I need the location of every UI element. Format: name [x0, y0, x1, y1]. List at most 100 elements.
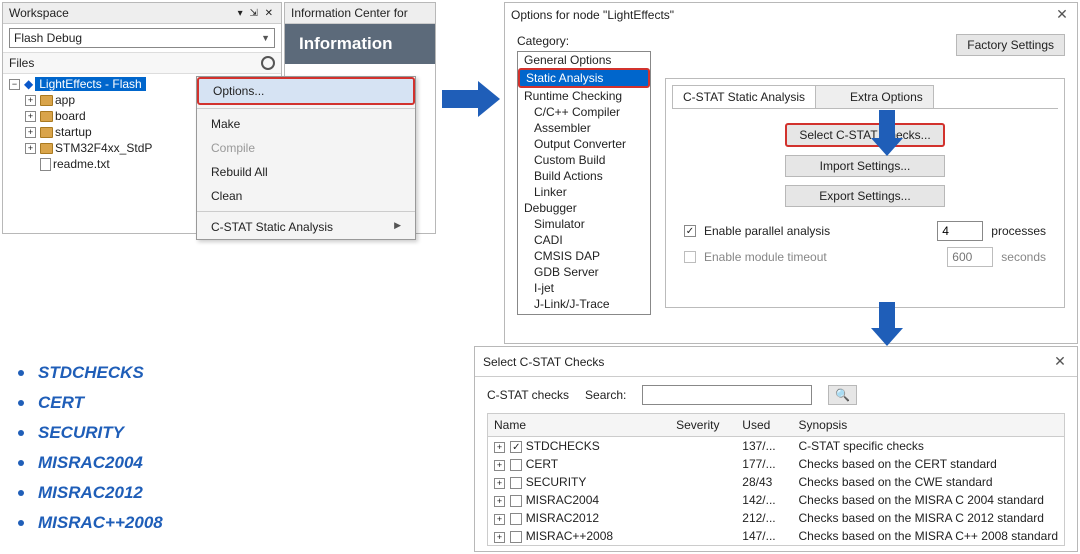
expand-icon[interactable]: + [494, 496, 505, 507]
category-item[interactable]: CMSIS DAP [518, 248, 650, 264]
table-row[interactable]: + ✓ STDCHECKS137/...C-STAT specific chec… [488, 437, 1064, 456]
bullet-item: STDCHECKS [18, 358, 163, 388]
menu-clean[interactable]: Clean [197, 184, 415, 208]
category-item[interactable]: TI Stellaris [518, 312, 650, 315]
expand-icon[interactable]: + [25, 95, 36, 106]
bullet-item: CERT [18, 388, 163, 418]
expand-icon[interactable]: + [494, 442, 505, 453]
row-checkbox[interactable] [510, 531, 522, 543]
category-item[interactable]: J-Link/J-Trace [518, 296, 650, 312]
row-checkbox[interactable] [510, 459, 522, 471]
expand-icon[interactable]: + [25, 143, 36, 154]
row-synopsis: C-STAT specific checks [793, 437, 1065, 456]
tab-extra[interactable]: Extra Options [815, 85, 934, 108]
category-item[interactable]: GDB Server [518, 264, 650, 280]
timeout-checkbox[interactable] [684, 251, 696, 263]
timeout-input[interactable] [947, 247, 993, 267]
row-name: MISRAC2004 [526, 493, 599, 507]
category-item[interactable]: Linker [518, 184, 650, 200]
tree-folder-label: board [55, 109, 86, 123]
row-checkbox[interactable] [510, 477, 522, 489]
import-settings-button[interactable]: Import Settings... [785, 155, 945, 177]
bullet-item: SECURITY [18, 418, 163, 448]
category-list[interactable]: General OptionsStatic AnalysisRuntime Ch… [517, 51, 651, 315]
menu-cstat[interactable]: C-STAT Static Analysis ▶ [197, 215, 415, 239]
col-synopsis[interactable]: Synopsis [793, 414, 1065, 437]
table-row[interactable]: + SECURITY28/43Checks based on the CWE s… [488, 473, 1064, 491]
close-icon[interactable]: ✕ [1051, 353, 1069, 370]
parallel-checkbox[interactable]: ✓ [684, 225, 696, 237]
category-item[interactable]: Output Converter [518, 136, 650, 152]
expand-icon[interactable]: + [494, 514, 505, 525]
category-item[interactable]: General Options [518, 52, 650, 68]
info-center-header: Information [285, 24, 435, 64]
category-item[interactable]: Runtime Checking [518, 88, 650, 104]
menu-compile: Compile [197, 136, 415, 160]
row-synopsis: Checks based on the CERT standard [793, 455, 1065, 473]
row-checkbox[interactable]: ✓ [510, 441, 522, 453]
factory-settings-button[interactable]: Factory Settings [956, 34, 1065, 56]
col-severity[interactable]: Severity [670, 414, 736, 437]
options-dialog: Options for node "LightEffects" ✕ Catego… [504, 2, 1078, 344]
menu-make[interactable]: Make [197, 112, 415, 136]
category-item[interactable]: Simulator [518, 216, 650, 232]
bullet-item: MISRAC2012 [18, 478, 163, 508]
parallel-label: Enable parallel analysis [704, 224, 929, 238]
parallel-unit: processes [991, 224, 1046, 238]
search-label: Search: [585, 388, 626, 402]
table-row[interactable]: + MISRAC2012212/...Checks based on the M… [488, 509, 1064, 527]
menu-options[interactable]: Options... [197, 77, 415, 105]
row-checkbox[interactable] [510, 513, 522, 525]
category-item[interactable]: Debugger [518, 200, 650, 216]
row-name: MISRAC2012 [526, 511, 599, 525]
bullet-dot-icon [18, 460, 24, 466]
expand-icon[interactable]: + [494, 460, 505, 471]
flow-arrow-down-2 [879, 302, 895, 328]
expand-icon[interactable]: + [494, 478, 505, 489]
bullet-text: STDCHECKS [38, 363, 144, 383]
row-synopsis: Checks based on the MISRA C 2012 standar… [793, 509, 1065, 527]
row-used: 142/... [736, 491, 792, 509]
workspace-title-controls[interactable]: ▾ ⇲ ✕ [238, 8, 275, 19]
gear-icon[interactable] [261, 56, 275, 70]
category-item[interactable]: C/C++ Compiler [518, 104, 650, 120]
tab-cstat[interactable]: C-STAT Static Analysis [672, 85, 816, 108]
tree-root-label: LightEffects - Flash [35, 77, 146, 91]
search-button[interactable]: 🔍 [828, 385, 857, 405]
category-item[interactable]: Custom Build [518, 152, 650, 168]
folder-icon [40, 111, 53, 122]
category-item[interactable]: I-jet [518, 280, 650, 296]
table-row[interactable]: + MISRAC++2008147/...Checks based on the… [488, 527, 1064, 545]
category-label: Category: [517, 34, 651, 48]
col-name[interactable]: Name [488, 414, 670, 437]
config-dropdown[interactable]: Flash Debug ▼ [9, 28, 275, 48]
row-checkbox[interactable] [510, 495, 522, 507]
bullet-text: MISRAC++2008 [38, 513, 163, 533]
col-used[interactable]: Used [736, 414, 792, 437]
close-icon[interactable]: ✕ [1053, 6, 1071, 23]
timeout-label: Enable module timeout [704, 250, 939, 264]
tree-file-label: readme.txt [53, 157, 110, 171]
table-row[interactable]: + MISRAC2004142/...Checks based on the M… [488, 491, 1064, 509]
category-item[interactable]: Build Actions [518, 168, 650, 184]
category-item[interactable]: Static Analysis [518, 68, 650, 88]
bullet-dot-icon [18, 400, 24, 406]
folder-icon [40, 143, 53, 154]
expand-icon[interactable]: + [25, 127, 36, 138]
row-name: STDCHECKS [526, 439, 600, 453]
flow-arrow-down-1 [879, 110, 895, 138]
search-input[interactable] [642, 385, 812, 405]
menu-rebuild[interactable]: Rebuild All [197, 160, 415, 184]
checks-title: Select C-STAT Checks [483, 355, 604, 369]
parallel-input[interactable] [937, 221, 983, 241]
category-item[interactable]: CADI [518, 232, 650, 248]
expand-icon[interactable]: + [494, 532, 505, 543]
bullet-dot-icon [18, 490, 24, 496]
select-cstat-checks-button[interactable]: Select C-STAT Checks... [785, 123, 945, 147]
table-row[interactable]: + CERT177/...Checks based on the CERT st… [488, 455, 1064, 473]
export-settings-button[interactable]: Export Settings... [785, 185, 945, 207]
expand-icon[interactable]: + [25, 111, 36, 122]
category-item[interactable]: Assembler [518, 120, 650, 136]
info-center-tab[interactable]: Information Center for [285, 3, 435, 24]
collapse-icon[interactable]: − [9, 79, 20, 90]
